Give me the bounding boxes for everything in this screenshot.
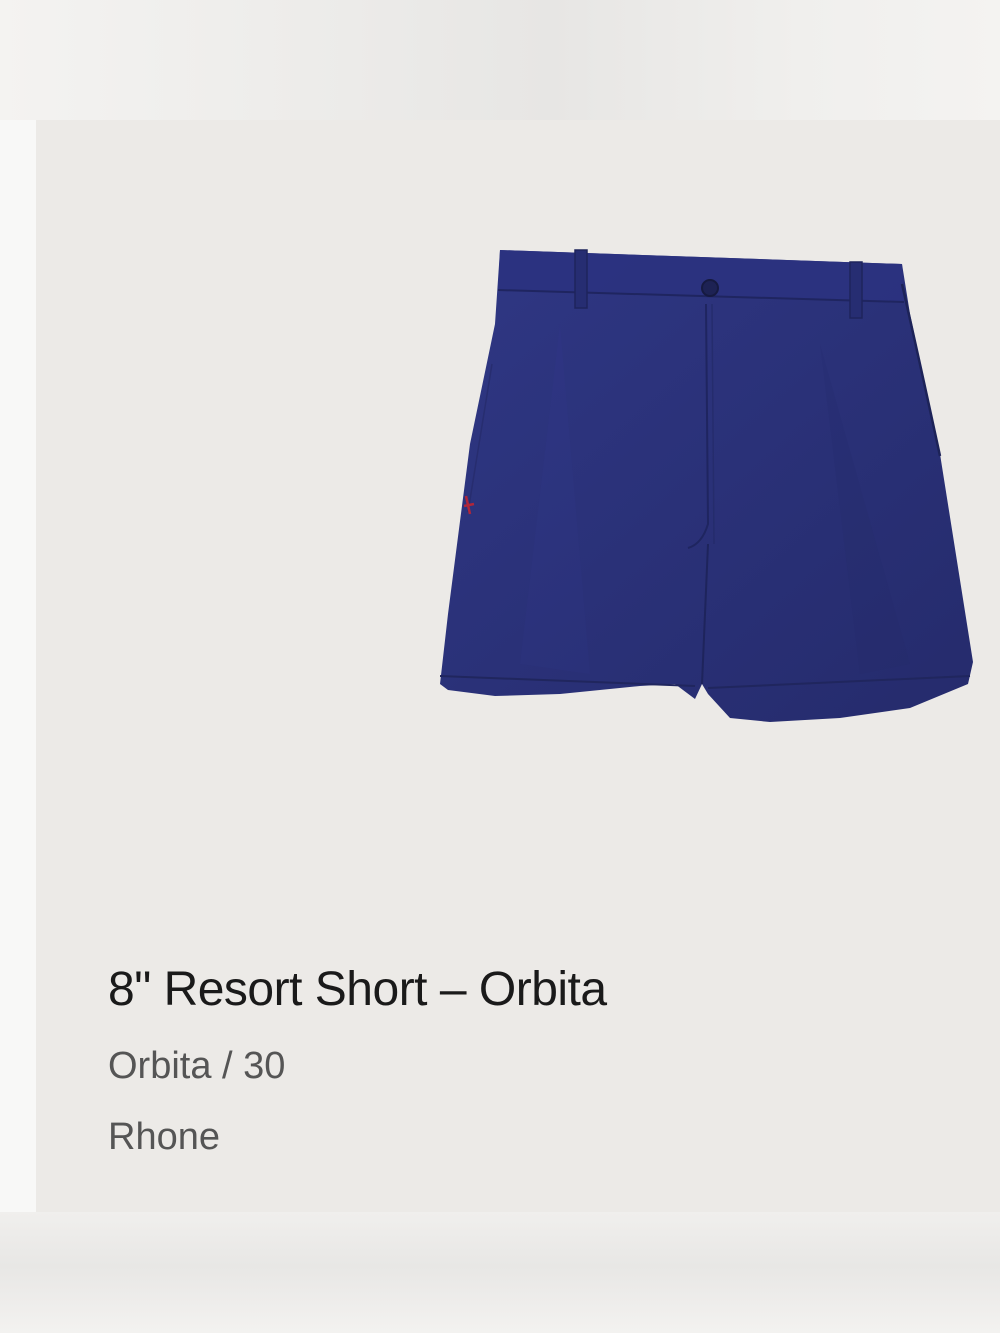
- product-title[interactable]: 8" Resort Short – Orbita: [108, 962, 607, 1017]
- product-page: 8" Resort Short – Orbita Orbita / 30 Rho…: [0, 0, 1000, 1333]
- product-image-shorts[interactable]: [440, 244, 975, 734]
- top-blurred-area: [0, 0, 1000, 120]
- product-brand: Rhone: [108, 1116, 220, 1158]
- left-edge-strip: [0, 120, 36, 1212]
- product-variant: Orbita / 30: [108, 1045, 286, 1087]
- bottom-blurred-area: [0, 1212, 1000, 1333]
